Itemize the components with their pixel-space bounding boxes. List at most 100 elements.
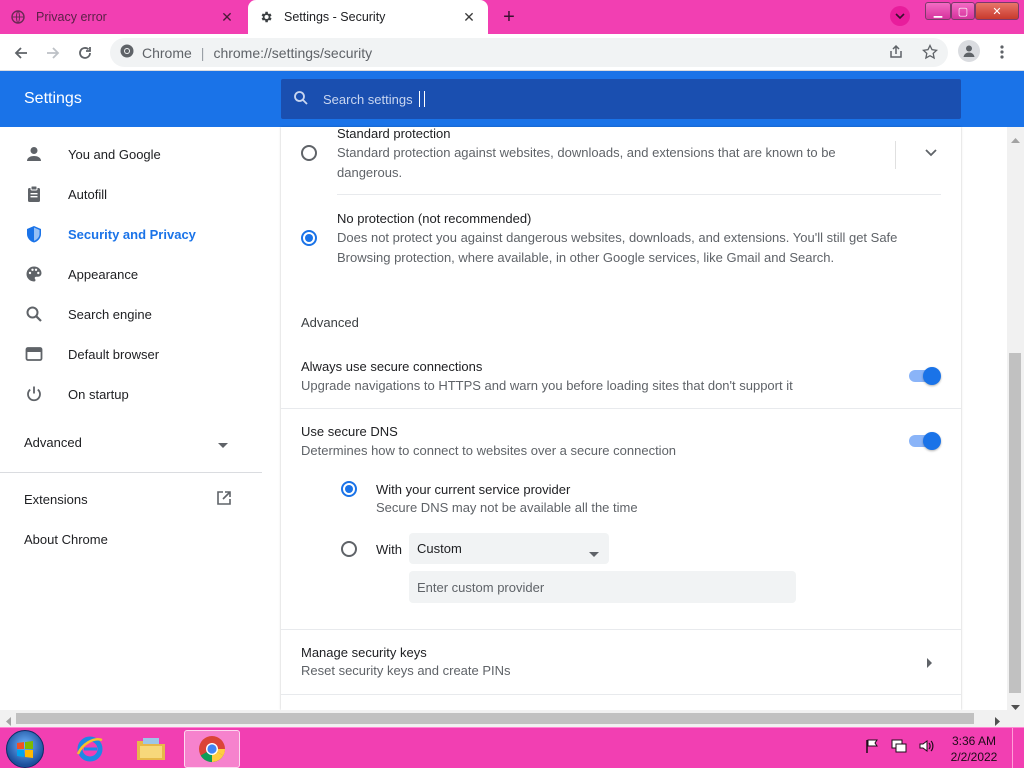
settings-main-card: Standard protection Standard protection … xyxy=(281,127,961,710)
caret-down-icon xyxy=(589,546,599,561)
window-close-button[interactable]: ✕ xyxy=(975,2,1019,20)
settings-search[interactable] xyxy=(281,79,961,119)
sidebar-item-default-browser[interactable]: Default browser xyxy=(0,334,280,374)
bookmark-button[interactable] xyxy=(920,42,940,62)
manage-security-keys-row[interactable]: Manage security keys Reset security keys… xyxy=(281,630,961,694)
chrome-logo-icon xyxy=(120,44,134,61)
horizontal-scrollbar[interactable] xyxy=(0,710,1024,727)
system-tray xyxy=(864,738,936,757)
sidebar-item-label: About Chrome xyxy=(24,531,108,547)
reload-icon xyxy=(79,47,91,59)
security-keys-desc: Reset security keys and create PINs xyxy=(301,663,511,678)
current-provider-desc: Secure DNS may not be available all the … xyxy=(376,500,638,515)
sidebar-item-label: Security and Privacy xyxy=(68,226,196,242)
custom-provider-input[interactable] xyxy=(409,571,796,603)
reload-button[interactable] xyxy=(72,40,98,66)
sidebar-item-label: Advanced xyxy=(24,434,82,450)
maximize-button[interactable]: ▢ xyxy=(951,2,975,20)
taskbar-internet-explorer[interactable] xyxy=(62,730,118,768)
share-button[interactable] xyxy=(886,42,906,62)
new-tab-button[interactable]: + xyxy=(498,6,520,28)
taskbar-chrome[interactable] xyxy=(184,730,240,768)
close-icon[interactable]: ✕ xyxy=(460,8,478,26)
arrow-left-icon xyxy=(14,47,27,59)
sidebar-item-on-startup[interactable]: On startup xyxy=(0,374,280,414)
standard-protection-title: Standard protection xyxy=(337,127,451,141)
sidebar-item-about-chrome[interactable]: About Chrome xyxy=(0,519,280,559)
divider xyxy=(281,408,961,409)
divider xyxy=(0,472,262,473)
search-icon xyxy=(293,90,309,109)
standard-protection-desc-1: Standard protection against websites, do… xyxy=(337,145,836,160)
avatar-icon xyxy=(963,45,975,57)
flag-icon[interactable] xyxy=(864,738,880,757)
scrollbar-thumb[interactable] xyxy=(16,713,974,724)
show-desktop-button[interactable] xyxy=(1012,728,1024,768)
secure-dns-desc: Determines how to connect to websites ov… xyxy=(301,443,677,458)
tab-settings-security[interactable]: Settings - Security ✕ xyxy=(248,0,488,34)
https-setting-title: Always use secure connections xyxy=(301,359,483,374)
clock-date: 2/2/2022 xyxy=(950,750,998,764)
expand-standard-button[interactable] xyxy=(921,146,941,160)
volume-icon[interactable] xyxy=(918,738,936,757)
forward-button[interactable] xyxy=(40,40,66,66)
search-icon xyxy=(24,304,44,324)
tab-search-button[interactable] xyxy=(890,6,910,26)
scroll-up-icon[interactable] xyxy=(1011,131,1020,146)
dns-provider-select[interactable]: Custom xyxy=(409,533,609,564)
address-bar[interactable]: Chrome | chrome://settings/security xyxy=(110,38,948,67)
taskbar-file-explorer[interactable] xyxy=(123,730,179,768)
https-setting-desc: Upgrade navigations to HTTPS and warn yo… xyxy=(301,378,793,393)
sidebar-item-label: Appearance xyxy=(68,266,139,282)
no-protection-desc-2: Browsing protection, where available, in… xyxy=(337,250,835,265)
taskbar-clock[interactable]: 3:36 AM 2/2/2022 xyxy=(946,733,1002,765)
minimize-button[interactable]: ▁ xyxy=(925,2,951,20)
back-button[interactable] xyxy=(8,40,34,66)
sidebar-item-autofill[interactable]: Autofill xyxy=(0,174,280,214)
chrome-menu-button[interactable] xyxy=(992,40,1012,64)
divider xyxy=(337,194,941,195)
person-icon xyxy=(24,144,44,164)
search-input[interactable] xyxy=(323,91,923,107)
secure-dns-toggle[interactable] xyxy=(909,432,941,450)
windows-taskbar: 3:36 AM 2/2/2022 xyxy=(0,727,1024,768)
radio-standard-protection[interactable] xyxy=(301,145,317,161)
sidebar-item-security-and-privacy[interactable]: Security and Privacy xyxy=(0,214,280,254)
start-button[interactable] xyxy=(6,730,44,768)
sidebar-advanced-toggle[interactable]: Advanced xyxy=(0,422,280,462)
profile-button[interactable] xyxy=(958,40,980,62)
clipboard-icon xyxy=(24,184,44,204)
sidebar-item-label: On startup xyxy=(68,386,129,402)
close-icon[interactable]: ✕ xyxy=(218,8,236,26)
clock-time: 3:36 AM xyxy=(951,734,997,748)
current-provider-title: With your current service provider xyxy=(376,482,571,497)
sidebar-item-label: Search engine xyxy=(68,306,152,322)
shield-icon xyxy=(24,224,44,244)
security-keys-title: Manage security keys xyxy=(301,645,427,660)
browser-toolbar: Chrome | chrome://settings/security xyxy=(0,34,1024,71)
sidebar-item-you-and-google[interactable]: You and Google xyxy=(0,134,280,174)
share-icon xyxy=(890,44,902,58)
settings-sidebar: You and Google Autofill Security and Pri… xyxy=(0,127,280,710)
sidebar-item-search-engine[interactable]: Search engine xyxy=(0,294,280,334)
settings-header: Settings xyxy=(0,71,1024,127)
sidebar-item-appearance[interactable]: Appearance xyxy=(0,254,280,294)
text-cursor-icon xyxy=(419,91,425,107)
https-toggle[interactable] xyxy=(909,367,941,385)
vertical-scrollbar[interactable] xyxy=(1007,127,1024,710)
section-heading-advanced: Advanced xyxy=(301,315,359,330)
radio-current-provider[interactable] xyxy=(341,481,357,497)
network-icon[interactable] xyxy=(890,738,908,757)
selected-provider: Custom xyxy=(417,541,462,556)
folder-icon xyxy=(137,738,165,760)
sidebar-item-label: Default browser xyxy=(68,346,160,362)
tab-privacy-error[interactable]: Privacy error ✕ xyxy=(0,0,246,34)
radio-custom-provider[interactable] xyxy=(341,541,357,557)
sidebar-item-label: Autofill xyxy=(68,186,108,202)
sidebar-item-label: You and Google xyxy=(68,146,161,162)
radio-no-protection[interactable] xyxy=(301,230,317,246)
standard-protection-desc-2: dangerous. xyxy=(337,165,403,180)
scrollbar-thumb[interactable] xyxy=(1009,353,1021,693)
divider xyxy=(281,694,961,695)
sidebar-item-extensions[interactable]: Extensions xyxy=(0,479,280,519)
